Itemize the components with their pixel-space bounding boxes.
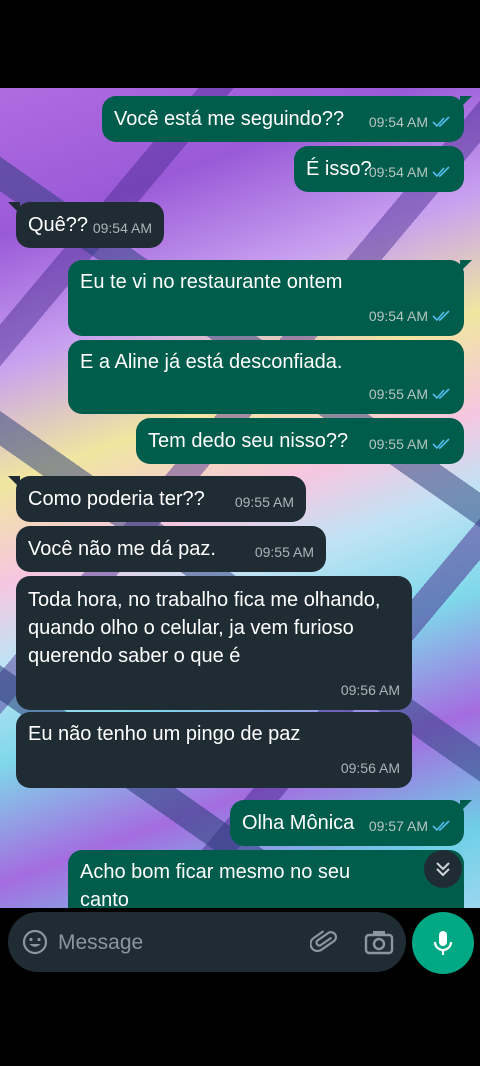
message-time: 09:55 AM [368,436,428,452]
message-text: Eu não tenho um pingo de paz [28,723,301,745]
message-composer [8,912,406,972]
message-meta: 09:54 AM [369,158,452,186]
message-meta: 09:55 AM [369,380,452,408]
double-check-icon [432,388,450,400]
camera-icon[interactable] [364,928,394,956]
message-time: 09:54 AM [368,164,428,180]
message-meta: 09:55 AM [235,488,294,516]
double-check-icon [432,166,450,178]
message-meta: 09:56 AM [341,676,400,704]
microphone-icon [433,931,453,955]
message-bubble-incoming[interactable]: Como poderia ter?? 09:55 AM [8,476,306,522]
message-time: 09:55 AM [234,494,294,510]
message-time: 09:56 AM [340,760,400,776]
message-bubble-outgoing[interactable]: É isso? 09:54 AM [294,146,464,192]
message-bubble-outgoing[interactable]: Você está me seguindo?? 09:54 AM [102,96,472,142]
paperclip-icon[interactable] [310,928,338,956]
message-bubble-outgoing[interactable]: Tem dedo seu nisso?? 09:55 AM [136,418,464,464]
message-bubble-outgoing[interactable]: Olha Mônica 09:57 AM [230,800,472,846]
message-text: Eu te vi no restaurante ontem [80,271,343,293]
message-meta: 09:54 AM [369,108,452,136]
message-time: 09:54 AM [368,308,428,324]
message-time: 09:57 AM [368,818,428,834]
message-text: Acho bom ficar mesmo no seu canto [80,861,351,908]
message-text: E a Aline já está desconfiada. [80,351,343,373]
message-time: 09:54 AM [368,114,428,130]
message-bubble-incoming[interactable]: Quê?? 09:54 AM [8,202,164,248]
message-time: 09:55 AM [368,386,428,402]
message-bubble-incoming[interactable]: Você não me dá paz. 09:55 AM [16,526,326,572]
message-time: 09:56 AM [340,682,400,698]
microphone-button[interactable] [412,912,474,974]
message-meta: 09:55 AM [255,538,314,566]
double-check-icon [432,438,450,450]
message-time: 09:54 AM [92,220,152,236]
message-text: Toda hora, no trabalho fica me olhando, … [28,589,381,667]
message-bubble-outgoing[interactable]: Acho bom ficar mesmo no seu canto [68,850,464,908]
emoji-icon[interactable] [22,929,48,955]
message-bubble-outgoing[interactable]: Eu te vi no restaurante ontem 09:54 AM [68,260,472,336]
chevrons-down-icon [436,862,450,877]
message-meta: 09:57 AM [369,812,452,840]
message-meta: 09:56 AM [341,754,400,782]
system-navigation-bar [0,980,480,1066]
message-meta: 09:55 AM [369,430,452,458]
scroll-to-bottom-button[interactable] [424,850,462,888]
message-meta: 09:54 AM [93,214,152,242]
message-time: 09:55 AM [254,544,314,560]
message-meta: 09:54 AM [369,302,452,330]
message-bubble-incoming[interactable]: Eu não tenho um pingo de paz 09:56 AM [16,712,412,788]
message-input[interactable] [56,926,290,960]
double-check-icon [432,116,450,128]
message-bubble-incoming[interactable]: Toda hora, no trabalho fica me olhando, … [16,576,412,710]
chat-area[interactable]: Você está me seguindo?? 09:54 AM É isso?… [0,88,480,908]
double-check-icon [432,310,450,322]
double-check-icon [432,820,450,832]
message-bubble-outgoing[interactable]: E a Aline já está desconfiada. 09:55 AM [68,340,464,414]
